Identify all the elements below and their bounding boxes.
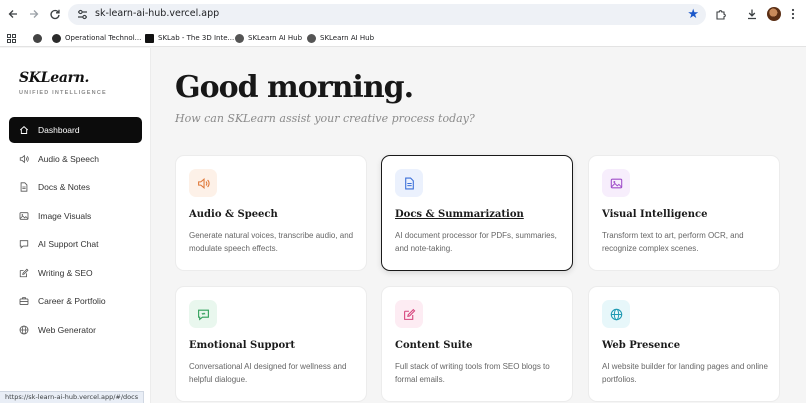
back-arrow-icon[interactable]: [4, 5, 22, 23]
card-audio-speech[interactable]: Audio & Speech Generate natural voices, …: [175, 155, 367, 271]
bookmark-operational-tech[interactable]: Operational Technol...: [52, 31, 141, 45]
card-title: Audio & Speech: [189, 209, 278, 220]
globe-icon: [19, 325, 29, 334]
forward-arrow-icon[interactable]: [25, 5, 43, 23]
sidebar-item-career-portfolio[interactable]: Career & Portfolio: [9, 288, 142, 314]
sklearn-bookmark-icon: [235, 33, 244, 43]
sidebar-item-dashboard[interactable]: Dashboard: [9, 117, 142, 143]
brand-tagline: UNIFIED INTELLIGENCE: [19, 90, 107, 96]
card-description: Conversational AI designed for wellness …: [189, 362, 347, 384]
sidebar-item-label: Audio & Speech: [38, 153, 99, 164]
main-content: Good morning. How can SKLearn assist you…: [151, 48, 806, 403]
bookmark-sklearn-2[interactable]: SKLearn AI Hub: [307, 31, 374, 45]
sklearn-bookmark-icon: [307, 33, 316, 43]
briefcase-icon: [19, 297, 29, 306]
url-text[interactable]: sk-learn-ai-hub.vercel.app: [95, 8, 219, 19]
card-description: Generate natural voices, transcribe audi…: [189, 231, 354, 253]
bookmark-label: Operational Technol...: [65, 34, 142, 42]
home-icon: [19, 126, 29, 134]
pen-icon: [395, 300, 423, 328]
image-icon: [19, 211, 29, 220]
bookmark-label: SKLearn AI Hub: [248, 34, 303, 42]
profile-avatar[interactable]: [767, 7, 781, 21]
card-visual-intelligence[interactable]: Visual Intelligence Transform text to ar…: [588, 155, 780, 271]
site-settings-icon[interactable]: [76, 8, 89, 21]
card-title: Visual Intelligence: [602, 209, 708, 220]
sidebar-item-ai-support-chat[interactable]: AI Support Chat: [9, 231, 142, 257]
card-description: Full stack of writing tools from SEO blo…: [395, 362, 550, 384]
sidebar-item-label: Docs & Notes: [38, 182, 90, 192]
sidebar-nav: Dashboard Audio & Speech Docs & Notes Im…: [9, 117, 142, 345]
bookmark-star-icon[interactable]: ★: [687, 6, 699, 22]
status-bar-url: https://sk-learn-ai-hub.vercel.app/#/doc…: [0, 391, 145, 403]
document-icon: [20, 182, 28, 192]
download-icon[interactable]: [744, 6, 760, 22]
chat-icon: [189, 300, 217, 328]
reload-icon[interactable]: [46, 5, 64, 23]
speaker-icon: [189, 169, 217, 197]
page-title: Good morning.: [175, 70, 414, 105]
sidebar-item-label: Web Generator: [38, 324, 96, 335]
sidebar-item-image-visuals[interactable]: Image Visuals: [9, 203, 142, 229]
card-description: AI document processor for PDFs, summarie…: [395, 231, 557, 253]
sidebar-item-writing-seo[interactable]: Writing & SEO: [9, 260, 142, 286]
sidebar: SKLearn. UNIFIED INTELLIGENCE Dashboard …: [0, 48, 151, 403]
card-title: Content Suite: [395, 340, 473, 351]
card-emotional-support[interactable]: Emotional Support Conversational AI desi…: [175, 286, 367, 402]
address-bar[interactable]: sk-learn-ai-hub.vercel.app ★: [68, 4, 706, 25]
bookmark-sklearn-1[interactable]: SKLearn AI Hub: [235, 31, 302, 45]
globe-icon: [602, 300, 630, 328]
card-title: Emotional Support: [189, 340, 296, 351]
chat-icon: [19, 240, 29, 249]
pen-icon: [19, 268, 29, 277]
card-description: Transform text to art, perform OCR, and …: [602, 231, 744, 253]
sidebar-item-label: Image Visuals: [38, 210, 92, 221]
bookmark-label: SKLab - The 3D Inte...: [158, 34, 235, 42]
sidebar-item-label: AI Support Chat: [38, 239, 99, 249]
apps-grid-icon[interactable]: [7, 31, 16, 45]
menu-kebab-icon[interactable]: [785, 6, 801, 22]
browser-toolbar: sk-learn-ai-hub.vercel.app ★: [0, 0, 806, 29]
sklab-bookmark-icon: [145, 33, 154, 43]
card-web-presence[interactable]: Web Presence AI website builder for land…: [588, 286, 780, 402]
sidebar-item-web-generator[interactable]: Web Generator: [9, 317, 142, 343]
globe-bookmark-icon[interactable]: [33, 31, 42, 45]
extensions-icon[interactable]: [713, 6, 729, 22]
card-docs-summarization[interactable]: Docs & Summarization AI document process…: [381, 155, 573, 271]
document-icon: [395, 169, 423, 197]
image-icon: [602, 169, 630, 197]
card-description: AI website builder for landing pages and…: [602, 362, 768, 384]
bookmark-label: SKLearn AI Hub: [320, 34, 375, 42]
bookmark-sklab[interactable]: SKLab - The 3D Inte...: [145, 31, 234, 45]
card-title: Docs & Summarization: [395, 209, 524, 220]
gear-bookmark-icon: [52, 33, 61, 43]
sidebar-item-docs-notes[interactable]: Docs & Notes: [9, 174, 142, 200]
bookmarks-bar: Operational Technol... SKLab - The 3D In…: [0, 29, 806, 47]
sidebar-item-label: Dashboard: [38, 125, 80, 135]
speaker-icon: [19, 154, 29, 163]
brand-logo[interactable]: SKLearn.: [19, 70, 89, 86]
app-root: SKLearn. UNIFIED INTELLIGENCE Dashboard …: [0, 48, 806, 403]
page-subtitle: How can SKLearn assist your creative pro…: [175, 112, 475, 125]
card-content-suite[interactable]: Content Suite Full stack of writing tool…: [381, 286, 573, 402]
sidebar-item-label: Writing & SEO: [38, 267, 93, 278]
card-title: Web Presence: [602, 340, 681, 351]
sidebar-item-audio-speech[interactable]: Audio & Speech: [9, 146, 142, 172]
sidebar-item-label: Career & Portfolio: [38, 296, 106, 306]
